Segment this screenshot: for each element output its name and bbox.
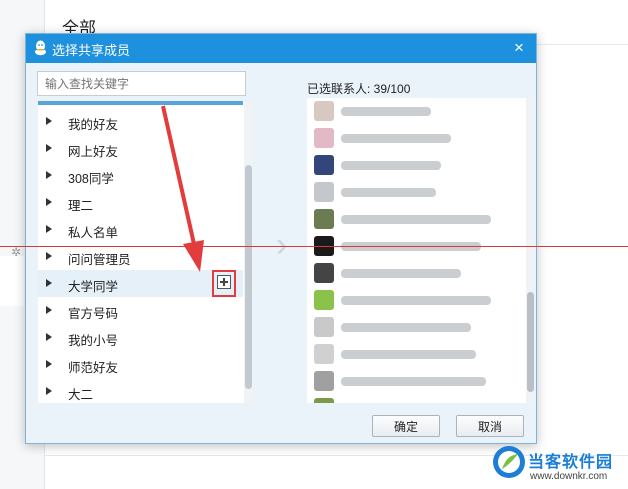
watermark: 当客软件园 www.downkr.com [492,442,628,489]
watermark-title: 当客软件园 [528,454,614,471]
watermark-url: www.downkr.com [530,471,608,482]
annotation-arrow [161,105,204,272]
watermark-logo-icon [493,446,525,478]
